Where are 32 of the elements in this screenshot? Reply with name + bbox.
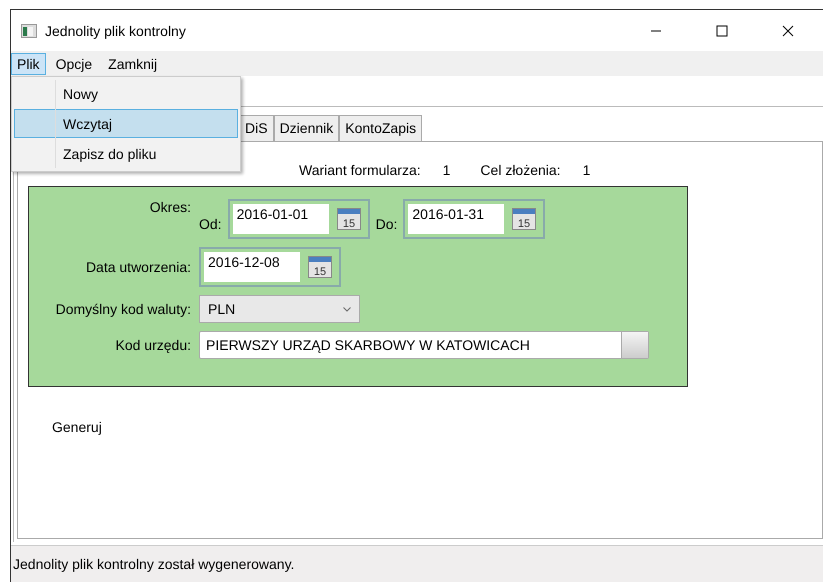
status-text: Jednolity plik kontrolny został wygenerowany.	[11, 545, 823, 582]
field-label: Okres:	[148, 199, 191, 215]
date-picker[interactable]: 2016-01-01 15	[228, 199, 370, 239]
field-value: 1	[582, 162, 590, 180]
chevron-icon	[343, 306, 351, 312]
menu-item[interactable]: Nowy	[14, 79, 238, 108]
field-label: Domyślny kod waluty:	[54, 301, 191, 317]
field-label: Od:	[199, 216, 222, 232]
currency-dropdown[interactable]: PLN	[199, 295, 360, 323]
field-label: Do:	[376, 216, 398, 232]
tab[interactable]: DiS	[239, 115, 274, 141]
generate-button[interactable]: Generuj	[50, 417, 104, 437]
menu-item[interactable]: Zamknij	[102, 52, 164, 74]
calendar-icon[interactable]: 15	[308, 256, 332, 278]
menu-item[interactable]: Opcje	[50, 52, 98, 74]
app-icon	[21, 24, 37, 38]
field-value: 1	[442, 162, 450, 180]
menu-item[interactable]: Plik	[11, 52, 46, 74]
office-dropdown[interactable]: PIERWSZY URZĄD SKARBOWY W KATOWICACH	[199, 331, 649, 359]
date-picker[interactable]: 2016-12-08 15	[199, 247, 341, 287]
date-picker[interactable]: 2016-01-31 15	[403, 199, 546, 239]
tab[interactable]: KontoZapis	[339, 115, 422, 141]
field-label: Data utworzenia:	[84, 259, 191, 275]
window-title: Jednolity plik kontrolny	[45, 22, 187, 38]
menu-item[interactable]: Wczytaj	[14, 109, 238, 138]
tab[interactable]: Dziennik	[274, 115, 340, 141]
calendar-icon[interactable]: 15	[512, 208, 536, 230]
field-label: Wariant formularza:	[299, 162, 421, 180]
menu-item[interactable]: Zapisz do pliku	[14, 139, 238, 168]
calendar-icon[interactable]: 15	[336, 208, 361, 230]
field-label: Cel złożenia:	[480, 162, 561, 180]
field-label: Kod urzędu:	[114, 337, 191, 353]
